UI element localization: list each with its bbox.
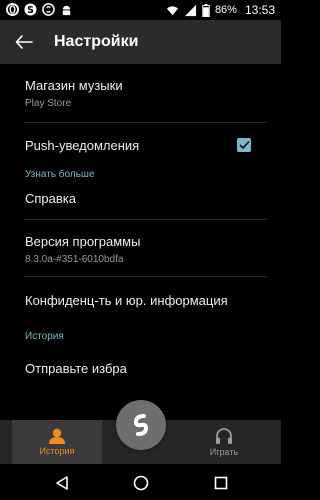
arrow-left-icon <box>15 35 33 49</box>
battery-icon <box>202 3 210 17</box>
music-store-value: Play Store <box>25 98 72 109</box>
battery-percent: 86% <box>214 4 237 16</box>
status-icons-left: S <box>6 3 73 16</box>
home-circle-icon <box>133 475 149 491</box>
opera-icon <box>6 3 19 16</box>
music-store-label: Магазин музыки <box>25 78 123 93</box>
nav-recents-button[interactable] <box>210 472 232 494</box>
settings-item-send-favorites[interactable]: Отправьте избра <box>0 349 281 376</box>
signal-icon <box>184 4 197 16</box>
system-nav-bar <box>0 464 281 500</box>
settings-item-privacy[interactable]: Конфиденц-ть и юр. информация <box>0 277 281 323</box>
nav-home-button[interactable] <box>130 472 152 494</box>
tab-history-label: История <box>39 446 75 456</box>
back-triangle-icon <box>56 476 68 490</box>
status-icons-right: 86% 13:53 <box>166 3 275 17</box>
tab-play-label: Играть <box>209 447 239 457</box>
nav-back-button[interactable] <box>51 472 73 494</box>
send-favorites-label: Отправьте избра <box>25 361 127 376</box>
android-icon <box>62 5 71 16</box>
checkmark-icon <box>238 140 250 150</box>
shazam-icon <box>42 3 55 16</box>
s-icon: S <box>24 3 37 16</box>
wifi-icon <box>166 5 179 15</box>
tab-history[interactable]: История <box>12 420 102 464</box>
back-button[interactable] <box>10 28 38 56</box>
app-bar: Настройки <box>0 20 281 64</box>
shazam-logo-icon <box>133 414 149 436</box>
shazam-button[interactable] <box>116 400 166 450</box>
svg-text:S: S <box>27 5 34 16</box>
push-label: Push-уведомления <box>25 137 140 153</box>
recents-square-icon <box>214 476 228 490</box>
settings-list: Магазин музыки Play Store Push-уведомлен… <box>0 64 281 420</box>
settings-item-version[interactable]: Версия программы 8.3.0a-#351-6010bdfa <box>0 220 281 270</box>
help-label: Справка <box>25 191 76 206</box>
push-checkbox[interactable] <box>237 138 251 152</box>
clock: 13:53 <box>244 3 275 17</box>
version-value: 8.3.0a-#351-6010bdfa <box>25 254 124 265</box>
headphones-icon <box>216 428 232 444</box>
person-icon <box>49 428 65 444</box>
settings-item-music-store[interactable]: Магазин музыки Play Store <box>0 78 281 122</box>
section-header-history: История <box>25 331 64 342</box>
settings-item-push[interactable]: Push-уведомления <box>0 123 281 167</box>
version-label: Версия программы <box>25 234 141 249</box>
privacy-label: Конфиденц-ть и юр. информация <box>25 292 228 308</box>
section-header-learn-more: Узнать больше <box>25 169 95 180</box>
status-bar: S 86% 13:53 <box>0 0 281 20</box>
settings-item-help[interactable]: Справка <box>0 191 281 219</box>
page-title: Настройки <box>54 33 139 50</box>
tab-play[interactable]: Играть <box>179 420 269 464</box>
